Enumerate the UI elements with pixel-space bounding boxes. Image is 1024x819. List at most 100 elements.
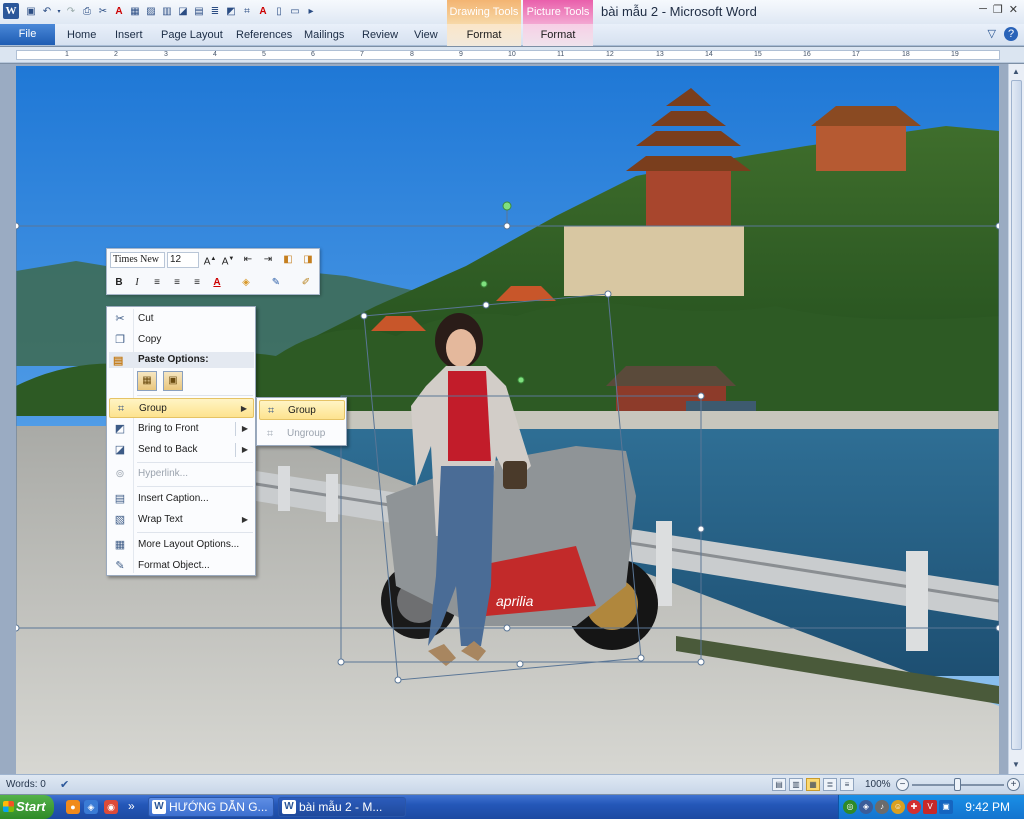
minimize-icon[interactable]: ─: [979, 3, 987, 16]
unikey-tray-icon[interactable]: ☺: [891, 800, 905, 814]
align-left-button[interactable]: ≡: [148, 274, 166, 291]
bold-button[interactable]: B: [110, 274, 128, 291]
taskbar-button-bai-mau-2[interactable]: W bài mẫu 2 - M...: [278, 797, 406, 817]
arrange-icon[interactable]: ◩: [224, 5, 238, 19]
menu-item-send-to-back[interactable]: ◪ Send to Back ▶: [109, 440, 254, 460]
minimize-ribbon-icon[interactable]: ▽: [988, 27, 996, 41]
submenu-arrow-icon[interactable]: ▶: [242, 419, 248, 439]
window-controls: ─ ❐ ✕: [979, 3, 1018, 16]
tab-mailings[interactable]: Mailings: [304, 24, 344, 46]
web-layout-icon[interactable]: ▦: [806, 778, 820, 791]
restore-icon[interactable]: ❐: [993, 3, 1003, 16]
network-tray-icon[interactable]: ◎: [843, 800, 857, 814]
save-icon[interactable]: ▣: [24, 5, 38, 19]
zoom-in-button[interactable]: +: [1007, 778, 1020, 791]
draft-icon[interactable]: ≡: [840, 778, 854, 791]
menu-item-more-layout-options[interactable]: ▦ More Layout Options...: [109, 535, 254, 555]
align-icon[interactable]: ≣: [208, 5, 222, 19]
italic-button[interactable]: I: [128, 274, 146, 291]
draw-table-icon[interactable]: ▦: [128, 5, 142, 19]
font-color-2-icon[interactable]: A: [256, 5, 270, 19]
scroll-down-icon[interactable]: ▼: [1012, 760, 1020, 769]
scroll-thumb[interactable]: [1011, 80, 1022, 750]
paste-keep-formatting-button[interactable]: ▦: [137, 371, 157, 391]
antivirus-tray-icon[interactable]: ✚: [907, 800, 921, 814]
tab-view[interactable]: View: [414, 24, 438, 46]
format-painter-2-button[interactable]: ✐: [297, 274, 315, 291]
open-icon[interactable]: ▭: [288, 5, 302, 19]
tab-home[interactable]: Home: [67, 24, 96, 46]
menu-item-copy[interactable]: ❐ Copy: [109, 330, 254, 350]
menu-item-wrap-text[interactable]: ▧ Wrap Text ▶: [109, 510, 254, 530]
menu-item-insert-caption[interactable]: ▤ Insert Caption...: [109, 489, 254, 509]
start-button[interactable]: Start: [0, 795, 54, 819]
chart-icon[interactable]: ▥: [160, 5, 174, 19]
menu-item-format-object[interactable]: ✎ Format Object...: [109, 556, 254, 576]
zoom-slider-thumb[interactable]: [954, 778, 961, 791]
taskbar-button-huong-dan[interactable]: W HƯỚNG DẪN G...: [148, 797, 274, 817]
menu-item-cut[interactable]: ✂ Cut: [109, 309, 254, 329]
full-screen-icon[interactable]: ▥: [789, 778, 803, 791]
shrink-font-icon[interactable]: A▼: [219, 251, 237, 268]
font-color-button[interactable]: A: [208, 274, 226, 291]
tab-insert[interactable]: Insert: [115, 24, 143, 46]
shield-tray-icon[interactable]: ◈: [859, 800, 873, 814]
word-logo-icon[interactable]: W: [3, 3, 19, 19]
paste-picture-button[interactable]: ▣: [163, 371, 183, 391]
vertical-scrollbar[interactable]: ▲ ▼: [1008, 64, 1024, 774]
ruler-number: 18: [902, 51, 910, 58]
menu-item-bring-to-front[interactable]: ◩ Bring to Front ▶: [109, 419, 254, 439]
scroll-up-icon[interactable]: ▲: [1012, 67, 1020, 76]
menu-item-group[interactable]: ⌗ Group ▶: [109, 398, 254, 418]
tab-page-layout[interactable]: Page Layout: [161, 24, 223, 46]
chrome-icon[interactable]: ◉: [104, 800, 118, 814]
tab-references[interactable]: References: [236, 24, 292, 46]
outline-color-button[interactable]: ✎: [267, 274, 285, 291]
more-icon[interactable]: ▸: [304, 5, 318, 19]
new-doc-icon[interactable]: ▯: [272, 5, 286, 19]
word-count[interactable]: Words: 0: [6, 779, 46, 790]
text-box-icon[interactable]: ▤: [192, 5, 206, 19]
undo-dropdown-icon[interactable]: ▾: [56, 5, 62, 19]
proofing-icon[interactable]: ✔: [60, 778, 69, 791]
outline-icon[interactable]: ≣: [823, 778, 837, 791]
undo-icon[interactable]: ↶: [40, 5, 54, 19]
network-icon[interactable]: ◈: [84, 800, 98, 814]
font-name-select[interactable]: Times New: [110, 252, 165, 268]
font-size-select[interactable]: 12: [167, 252, 199, 268]
format-painter-icon[interactable]: ◧: [279, 251, 297, 268]
font-color-icon[interactable]: A: [112, 5, 126, 19]
grow-font-icon[interactable]: A▲: [201, 251, 219, 268]
increase-indent-icon[interactable]: ⇥: [259, 251, 277, 268]
redo-icon[interactable]: ↷: [64, 5, 78, 19]
close-icon[interactable]: ✕: [1009, 3, 1018, 16]
monitor-tray-icon[interactable]: ▣: [939, 800, 953, 814]
tab-drawing-format[interactable]: Format: [447, 24, 521, 46]
horizontal-ruler[interactable]: 1 2 3 4 5 6 7 8 9 10 11 12 13 14 15 16 17 18 19: [0, 47, 1024, 63]
styles-icon[interactable]: ◨: [299, 251, 317, 268]
submenu-arrow-icon[interactable]: ▶: [242, 440, 248, 460]
fill-color-button[interactable]: ◈: [237, 274, 255, 291]
submenu-item-group[interactable]: ⌗ Group: [259, 400, 345, 420]
align-right-button[interactable]: ≡: [188, 274, 206, 291]
clock[interactable]: 9:42 PM: [965, 800, 1010, 814]
help-icon[interactable]: ?: [1004, 27, 1018, 41]
firefox-icon[interactable]: ●: [66, 800, 80, 814]
quick-launch-overflow[interactable]: »: [128, 799, 135, 813]
volume-tray-icon[interactable]: ♪: [875, 800, 889, 814]
file-tab[interactable]: File: [0, 24, 55, 45]
group-objects-icon[interactable]: ⌗: [240, 5, 254, 19]
zoom-level[interactable]: 100%: [865, 779, 891, 790]
vietkey-tray-icon[interactable]: V: [923, 800, 937, 814]
tab-picture-format[interactable]: Format: [523, 24, 593, 46]
cut-icon[interactable]: ✂: [96, 5, 110, 19]
tab-review[interactable]: Review: [362, 24, 398, 46]
zoom-out-button[interactable]: −: [896, 778, 909, 791]
decrease-indent-icon[interactable]: ⇤: [239, 251, 257, 268]
image-icon[interactable]: ▨: [144, 5, 158, 19]
shape-icon[interactable]: ◪: [176, 5, 190, 19]
align-center-button[interactable]: ≡: [168, 274, 186, 291]
menu-item-label: More Layout Options...: [138, 539, 240, 550]
print-layout-icon[interactable]: ▤: [772, 778, 786, 791]
print-icon[interactable]: ⎙: [80, 5, 94, 19]
